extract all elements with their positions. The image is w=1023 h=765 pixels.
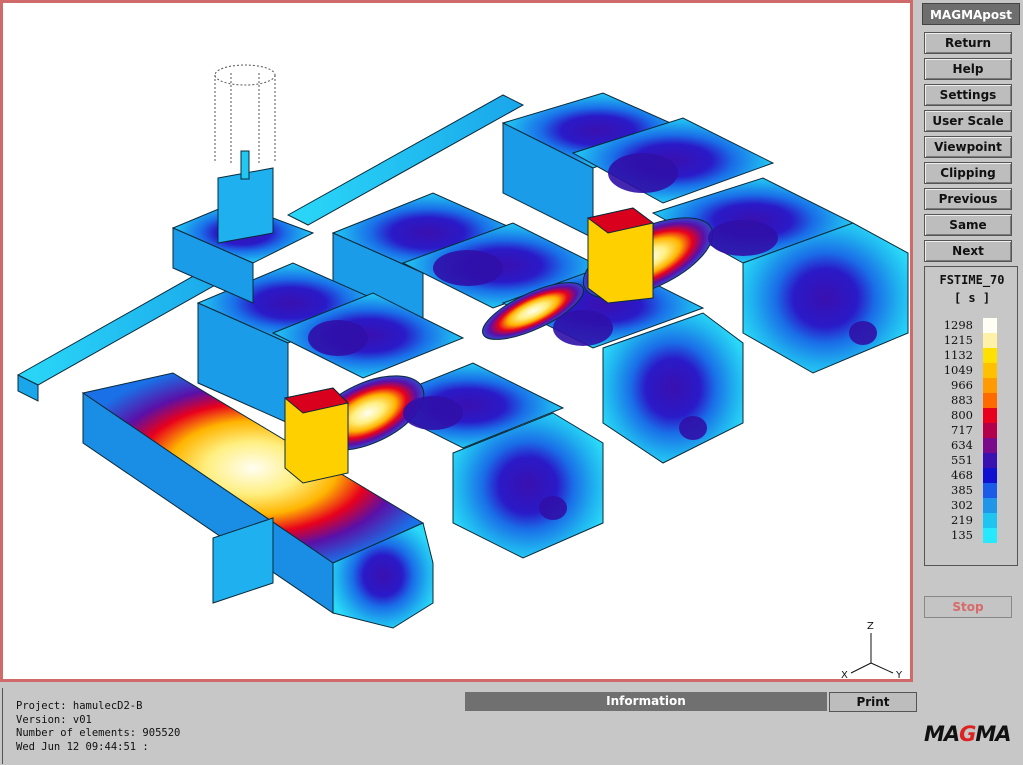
legend-value: 551 [951, 453, 973, 467]
legend-title: FSTIME_70 [939, 273, 1005, 287]
axis-x-label: X [841, 670, 848, 681]
legend-value: 634 [951, 438, 973, 452]
legend-value: 219 [951, 513, 973, 527]
frame-corner [2, 688, 13, 764]
element-count: Number of elements: 905520 [16, 727, 181, 739]
next-button[interactable]: Next [924, 240, 1012, 262]
legend-swatch [983, 378, 997, 393]
previous-button[interactable]: Previous [924, 188, 1012, 210]
legend-value: 385 [951, 483, 973, 497]
legend-swatch [983, 423, 997, 438]
legend-swatch [983, 363, 997, 378]
timestamp: Wed Jun 12 09:44:51 : [16, 740, 149, 753]
return-button[interactable]: Return [924, 32, 1012, 54]
axis-z-label: Z [867, 621, 874, 632]
logo-part-1: MA [924, 722, 960, 746]
same-button[interactable]: Same [924, 214, 1012, 236]
project-version: Version: v01 [16, 713, 92, 726]
legend-value: 302 [951, 498, 973, 512]
legend-value: 883 [951, 393, 973, 407]
legend-value: 1298 [943, 318, 973, 332]
stop-button[interactable]: Stop [924, 596, 1012, 618]
project-info: Project: hamulecD2-B Version: v01 Number… [16, 700, 180, 754]
help-button[interactable]: Help [924, 58, 1012, 80]
legend-swatch [983, 468, 997, 483]
casting-render: Z X Y [16, 64, 909, 681]
legend-value: 468 [951, 468, 973, 482]
color-legend: FSTIME_70 [ s ] 1298 1215 1132 1049 966 883 80… [924, 266, 1018, 566]
settings-button[interactable]: Settings [924, 84, 1012, 106]
legend-swatch [983, 483, 997, 498]
viewpoint-button[interactable]: Viewpoint [924, 136, 1012, 158]
logo-part-2: MA [975, 722, 1011, 746]
clipping-button[interactable]: Clipping [924, 162, 1012, 184]
legend-swatch [983, 438, 997, 453]
legend-value: 1215 [943, 333, 973, 347]
legend-value: 800 [951, 408, 973, 422]
legend-value: 1132 [943, 348, 973, 362]
legend-swatch [983, 408, 997, 423]
legend-swatch [983, 318, 997, 333]
project-name: Project: hamulecD2-B [16, 700, 143, 712]
user-scale-button[interactable]: User Scale [924, 110, 1012, 132]
print-button[interactable]: Print [829, 692, 917, 712]
legend-swatch [983, 498, 997, 513]
legend-value: 135 [951, 528, 973, 542]
legend-swatch [983, 333, 997, 348]
legend-swatch [983, 453, 997, 468]
legend-swatch [983, 348, 997, 363]
render-viewport[interactable]: Z X Y [0, 0, 913, 682]
legend-swatch [983, 513, 997, 528]
magma-logo: MAGMA [924, 722, 1012, 746]
legend-swatch [983, 393, 997, 408]
axis-y-label: Y [895, 670, 903, 681]
legend-value: 1049 [943, 363, 973, 377]
logo-accent: G [959, 722, 976, 746]
legend-swatch [983, 528, 997, 543]
app-title: MAGMApost [922, 3, 1020, 25]
legend-unit: [ s ] [953, 291, 991, 305]
casting-cells [81, 92, 909, 629]
control-panel: MAGMApost Return Help Settings User Scal… [920, 0, 1023, 765]
riser-outline [214, 64, 276, 163]
axis-triad [850, 633, 894, 674]
legend-value: 717 [951, 423, 973, 437]
legend-value: 966 [951, 378, 973, 392]
information-bar: Information [465, 692, 827, 711]
